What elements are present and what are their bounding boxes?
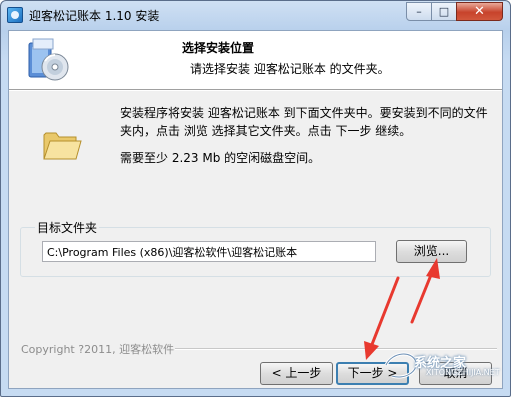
copyright-text: Copyright ?2011, 迎客松软件 [21, 343, 175, 356]
watermark-subtext: XITONGZHIJIA.NET [426, 368, 500, 377]
dialog-client-area: 选择安装位置 请选择安装 迎客松记账本 的文件夹。 安装程序将安装 迎客松记账本… [8, 30, 503, 389]
installer-package-icon [28, 38, 69, 81]
space-required-text: 需要至少 2.23 Mb 的空闲磁盘空间。 [120, 151, 321, 165]
back-button[interactable]: < 上一步 [260, 362, 333, 385]
app-title-icon [7, 7, 23, 23]
install-description: 安装程序将安装 迎客松记账本 到下面文件夹中。要安装到不同的文件夹内，点击 浏览… [120, 106, 488, 138]
page-title: 选择安装位置 [182, 41, 255, 55]
target-folder-label: 目标文件夹 [35, 219, 100, 236]
title-bar[interactable]: 迎客松记账本 1.10 安装 – □ ✕ [1, 1, 510, 30]
browse-button[interactable]: 浏览... [396, 240, 467, 263]
window-title: 迎客松记账本 1.10 安装 [29, 9, 160, 23]
install-path-input[interactable] [42, 241, 376, 262]
maximize-button[interactable]: □ [431, 2, 457, 21]
header-divider [9, 90, 502, 91]
close-button[interactable]: ✕ [456, 2, 503, 21]
page-subtitle: 请选择安装 迎客松记账本 的文件夹。 [190, 62, 390, 76]
installer-window: 迎客松记账本 1.10 安装 – □ ✕ 选择安装位置 请选择安装 迎客松记账本… [0, 0, 511, 397]
minimize-button[interactable]: – [406, 2, 432, 21]
folder-icon [43, 132, 82, 160]
page-header: 选择安装位置 请选择安装 迎客松记账本 的文件夹。 [9, 31, 502, 90]
